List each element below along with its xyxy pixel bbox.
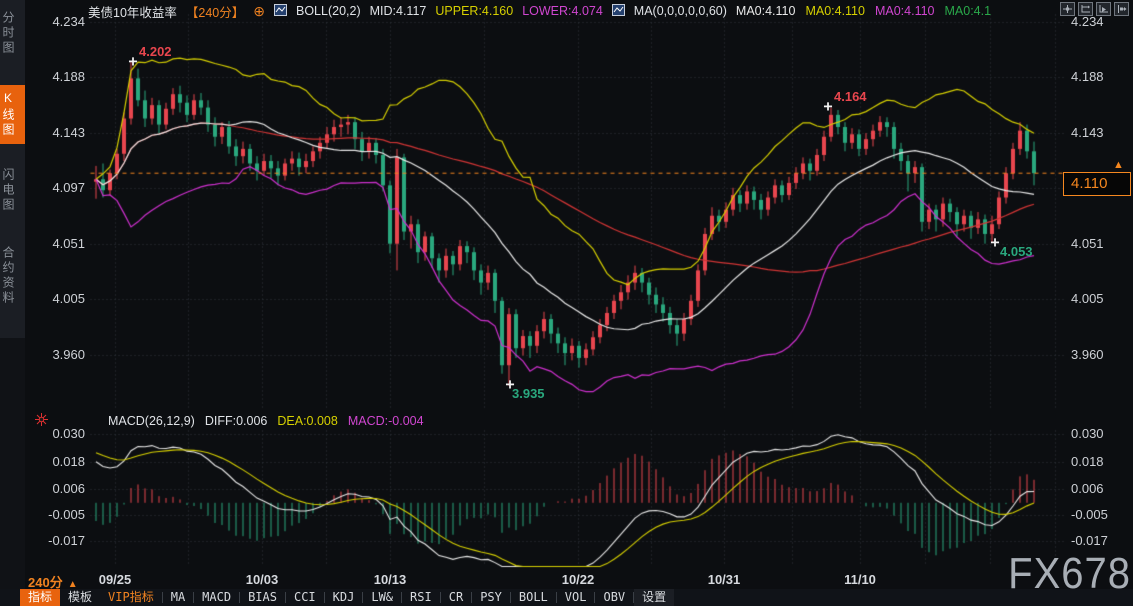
boll-name: BOLL(20,2) — [296, 4, 361, 18]
macd-name: MACD(26,12,9) — [108, 414, 195, 428]
price-axis-label-right: 4.051 — [1071, 236, 1131, 251]
toolbar-item-5[interactable]: MACD — [194, 589, 239, 606]
ma-values: MA0:4.110 MA0:4.110 MA0:4.110 MA0:4.1 — [736, 4, 991, 18]
crosshair-icon[interactable] — [1060, 2, 1075, 16]
toolbar-item-6[interactable]: BIAS — [240, 589, 285, 606]
ma-value-1: MA0:4.110 — [805, 4, 865, 18]
x-axis-label: 10/13 — [374, 572, 407, 587]
trading-app-window: 分时图 K线图闪电图合约资料 美债10年收益率 【240分】 ⊕ BOLL(20,… — [0, 0, 1133, 606]
timeframe-label: 240分 — [28, 575, 63, 590]
play-axis-icon[interactable] — [1096, 2, 1111, 16]
price-axis-label-left: 4.234 — [30, 14, 85, 29]
macd-axis-label-left: 0.018 — [30, 454, 85, 469]
sidebar-item-kline-chart[interactable]: K线图 — [0, 85, 25, 144]
boll-upper-value: UPPER:4.160 — [435, 4, 513, 18]
toolbar-item-9[interactable]: LW& — [363, 589, 401, 606]
ma-value-0: MA0:4.110 — [736, 4, 796, 18]
price-up-arrow-icon: ▲ — [1113, 160, 1124, 171]
extreme-cross-marker: + — [128, 54, 137, 69]
price-axis-label-left: 4.051 — [30, 236, 85, 251]
period-label: 【240分】 — [186, 2, 244, 21]
price-axis-label-left: 4.097 — [30, 180, 85, 195]
price-annotation: 4.053 — [1000, 244, 1033, 259]
macd-diff-value: DIFF:0.006 — [205, 414, 268, 428]
x-axis-label: 11/10 — [844, 572, 876, 587]
fit-chart-icon[interactable] — [1078, 2, 1093, 16]
macd-axis-label-right: 0.006 — [1071, 481, 1131, 496]
price-axis-label-right: 4.143 — [1071, 125, 1131, 140]
pan-right-icon[interactable] — [1114, 2, 1129, 16]
macd-axis-label-right: -0.017 — [1071, 533, 1131, 548]
price-axis-label-right: 4.234 — [1071, 14, 1131, 29]
macd-axis-label-right: -0.005 — [1071, 507, 1131, 522]
price-axis-label-left: 3.960 — [30, 347, 85, 362]
toolbar-item-8[interactable]: KDJ — [325, 589, 363, 606]
price-axis-label-left: 4.143 — [30, 125, 85, 140]
x-axis-label: 10/22 — [562, 572, 595, 587]
toolbar-item-14[interactable]: VOL — [557, 589, 595, 606]
ma-name: MA(0,0,0,0,0,60) — [634, 4, 727, 18]
indicator-toolbar: 指标模板VIP指标MAMACDBIASCCIKDJLW&RSICRPSYBOLL… — [0, 589, 1133, 606]
macd-axis-label-right: 0.018 — [1071, 454, 1131, 469]
toolbar-item-11[interactable]: CR — [441, 589, 471, 606]
price-axis-label-right: 4.188 — [1071, 69, 1131, 84]
price-axis-label-right: 4.005 — [1071, 291, 1131, 306]
x-axis-label: 10/03 — [246, 572, 279, 587]
x-axis-label: 10/31 — [708, 572, 741, 587]
price-axis-label-left: 4.188 — [30, 69, 85, 84]
macd-axis-label-right: 0.030 — [1071, 426, 1131, 441]
collapse-icon[interactable]: ⊕ — [253, 3, 265, 20]
toolbar-item-2[interactable]: 模板 — [60, 589, 100, 606]
macd-legend: MACD(26,12,9) DIFF:0.006 DEA:0.008 MACD:… — [108, 413, 424, 429]
toolbar-item-12[interactable]: PSY — [472, 589, 510, 606]
price-annotation: 4.164 — [834, 89, 867, 104]
price-axis-label-right: 3.960 — [1071, 347, 1131, 362]
toolbar-item-7[interactable]: CCI — [286, 589, 324, 606]
toolbar-item-13[interactable]: BOLL — [511, 589, 556, 606]
macd-axis-label-left: -0.017 — [30, 533, 85, 548]
toolbar-item-4[interactable]: MA — [163, 589, 193, 606]
macd-value: MACD:-0.004 — [348, 414, 424, 428]
sidebar-item-contract-info[interactable]: 合约资料 — [0, 240, 25, 312]
sidebar-item-flash-chart[interactable]: 闪电图 — [0, 162, 25, 219]
toolbar-item-1[interactable]: 指标 — [20, 589, 60, 606]
boll-mid-value: MID:4.117 — [370, 4, 427, 18]
left-sidebar: 分时图 K线图闪电图合约资料 — [0, 0, 25, 606]
price-annotation: 4.202 — [139, 44, 172, 59]
boll-indicator-icon[interactable] — [274, 4, 287, 19]
toolbar-item-10[interactable]: RSI — [402, 589, 440, 606]
chart-canvas[interactable] — [0, 0, 1133, 606]
symbol-title: 美债10年收益率 — [88, 2, 177, 21]
extreme-cross-marker: + — [505, 377, 514, 392]
ma-indicator-icon[interactable] — [612, 4, 625, 19]
macd-axis-label-left: 0.006 — [30, 481, 85, 496]
macd-axis-label-left: -0.005 — [30, 507, 85, 522]
x-axis-label: 09/25 — [99, 572, 132, 587]
toolbar-item-3[interactable]: VIP指标 — [100, 589, 162, 606]
ma-value-3: MA0:4.1 — [945, 4, 992, 18]
macd-panel-icon[interactable] — [34, 412, 49, 432]
ma-value-2: MA0:4.110 — [875, 4, 935, 18]
extreme-cross-marker: + — [823, 99, 832, 114]
price-axis-label-left: 4.005 — [30, 291, 85, 306]
extreme-cross-marker: + — [990, 235, 999, 250]
macd-dea-value: DEA:0.008 — [277, 414, 337, 428]
price-annotation: 3.935 — [512, 386, 545, 401]
main-chart-legend: 美债10年收益率 【240分】 ⊕ BOLL(20,2) MID:4.117 U… — [88, 3, 991, 19]
current-price-box: 4.110 — [1063, 172, 1131, 196]
toolbar-item-16[interactable]: 设置 — [634, 589, 674, 606]
sidebar-item-minute-chart[interactable]: 分时图 — [0, 5, 25, 62]
toolbar-item-15[interactable]: OBV — [595, 589, 633, 606]
boll-lower-value: LOWER:4.074 — [522, 4, 603, 18]
